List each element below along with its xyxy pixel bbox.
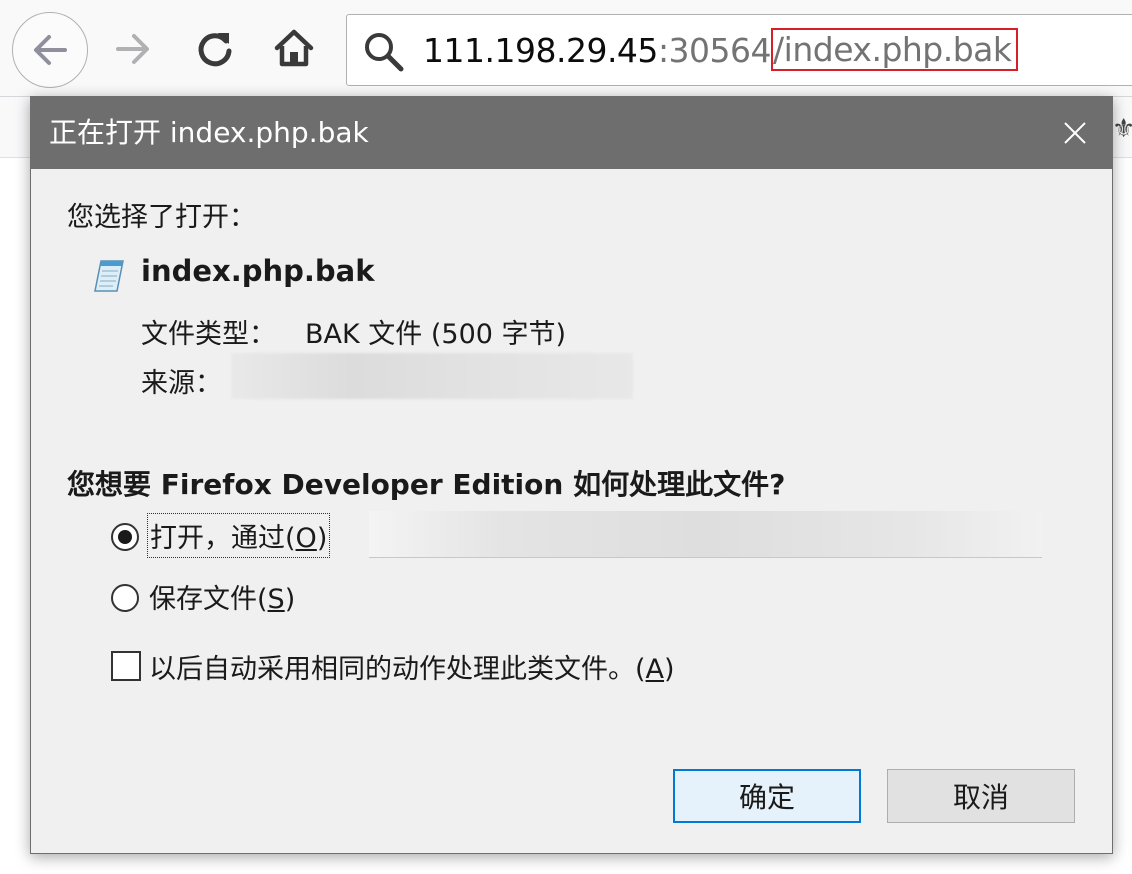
source-label: 来源：	[141, 368, 222, 399]
save-file-label[interactable]: 保存文件(S)	[149, 577, 295, 616]
search-icon	[365, 33, 404, 72]
home-button[interactable]	[268, 22, 320, 74]
handling-question: 您想要 Firefox Developer Edition 如何处理此文件?	[67, 468, 786, 501]
dialog-titlebar: 正在打开 index.php.bak	[31, 97, 1112, 169]
close-icon	[1064, 122, 1086, 144]
forward-button[interactable]	[108, 24, 158, 74]
application-select-redacted[interactable]	[369, 511, 1042, 558]
notepad-file-icon	[94, 260, 124, 292]
reload-icon	[198, 33, 232, 67]
open-with-radio[interactable]	[111, 523, 139, 551]
url-bar[interactable]: 111.198.29.45:30564/index.php.bak	[346, 14, 1132, 86]
file-type-value: BAK 文件 (500 字节)	[305, 319, 567, 350]
open-with-label[interactable]: 打开，通过(O)	[147, 513, 331, 558]
file-name: index.php.bak	[141, 254, 375, 288]
browser-toolbar: 111.198.29.45:30564/index.php.bak	[0, 0, 1132, 97]
back-arrow-icon	[34, 35, 67, 65]
close-button[interactable]	[1050, 109, 1100, 157]
cancel-button[interactable]: 取消	[887, 769, 1075, 823]
remember-choice-checkbox[interactable]	[111, 651, 141, 681]
forward-arrow-icon	[116, 34, 149, 64]
url-path-highlight: /index.php.bak	[771, 28, 1018, 71]
source-value-redacted	[231, 353, 633, 399]
fleur-de-lis-icon[interactable]: ⚜	[1112, 114, 1132, 144]
dialog-intro: 您选择了打开：	[67, 202, 256, 233]
dialog-title: 正在打开 index.php.bak	[49, 116, 369, 149]
url-text[interactable]: 111.198.29.45:30564/index.php.bak	[423, 15, 1018, 87]
ok-button[interactable]: 确定	[673, 769, 861, 823]
url-port: :30564	[657, 31, 772, 70]
reload-button[interactable]	[190, 24, 240, 74]
url-host: 111.198.29.45	[423, 31, 658, 70]
back-button[interactable]	[12, 12, 88, 88]
save-file-radio[interactable]	[111, 584, 139, 612]
home-icon	[274, 29, 314, 67]
remember-choice-label[interactable]: 以后自动采用相同的动作处理此类文件。(A)	[149, 647, 675, 686]
file-type-label: 文件类型：	[141, 319, 276, 350]
open-file-dialog: 正在打开 index.php.bak 您选择了打开： index.php.bak…	[30, 96, 1113, 854]
